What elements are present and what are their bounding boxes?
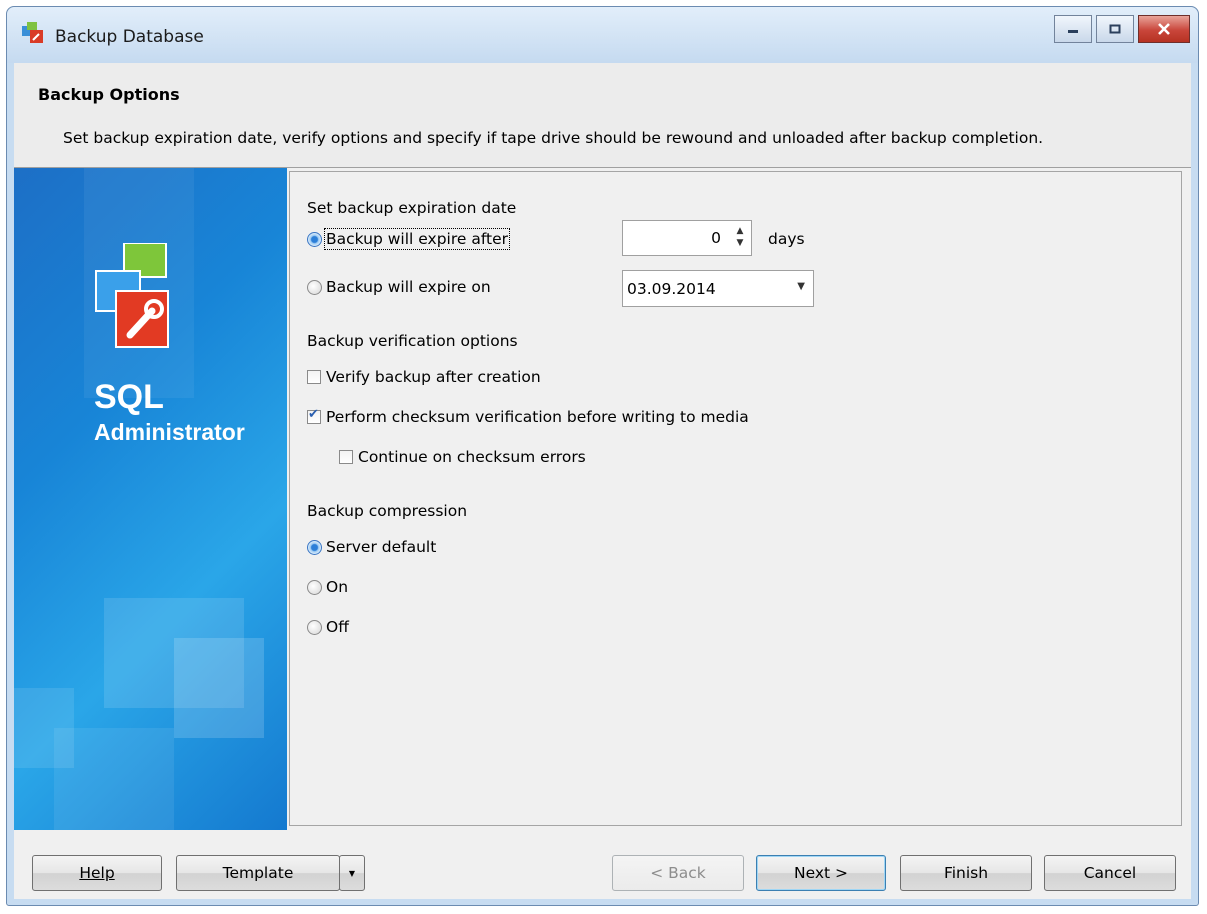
template-dropdown-button[interactable]: ▼ [339,855,365,891]
title-bar[interactable]: Backup Database [7,7,1198,63]
spinner-arrows[interactable]: ▲ ▼ [733,225,747,251]
expire-after-radio[interactable]: Backup will expire after [307,228,511,250]
checkbox-indicator [339,450,353,464]
checksum-label: Perform checksum verification before wri… [326,408,749,426]
verification-heading: Backup verification options [307,332,518,350]
restore-icon [1109,24,1121,34]
wizard-banner: SQL Administrator [14,168,287,830]
compression-server-default-radio[interactable]: Server default [307,538,436,556]
options-panel: Set backup expiration date Backup will e… [289,171,1182,826]
spin-down-icon[interactable]: ▼ [733,237,747,249]
app-icon [22,22,43,43]
brand-line-1: SQL [94,378,164,416]
compression-option-label: Server default [326,538,437,556]
radio-indicator [307,539,322,555]
page-title: Backup Options [38,85,180,104]
help-button-label: Help [79,864,115,882]
radio-indicator [307,579,322,595]
continue-on-errors-checkbox[interactable]: Continue on checksum errors [339,448,586,466]
radio-indicator [307,619,322,635]
template-button-label: Template [222,864,294,882]
expire-after-label: Backup will expire after [323,228,511,250]
close-icon [1158,23,1170,35]
close-button[interactable] [1138,15,1190,43]
next-button[interactable]: Next > [756,855,886,891]
page-header: Backup Options Set backup expiration dat… [14,63,1191,168]
dialog-client-area: Backup Options Set backup expiration dat… [14,63,1191,899]
chevron-down-icon: ▼ [348,868,356,878]
checksum-verification-checkbox[interactable]: Perform checksum verification before wri… [307,407,749,426]
finish-button-label: Finish [943,864,989,882]
expire-on-radio[interactable]: Backup will expire on [307,278,491,296]
window-controls [1054,15,1190,43]
compression-option-label: Off [326,618,349,636]
brand-line-2: Administrator [94,419,245,445]
page-description: Set backup expiration date, verify optio… [63,129,1044,147]
compression-heading: Backup compression [307,502,468,520]
brand-text: SQL Administrator [94,378,245,446]
sql-administrator-logo-icon [95,243,169,348]
template-button[interactable]: Template [176,855,340,891]
cancel-button[interactable]: Cancel [1044,855,1176,891]
radio-indicator [307,231,322,247]
days-value: 0 [711,229,721,247]
finish-button[interactable]: Finish [900,855,1032,891]
back-button-label: < Back [650,864,706,882]
next-button-label: Next > [793,864,849,882]
cancel-button-label: Cancel [1083,864,1137,882]
radio-indicator [307,279,322,295]
maximize-button[interactable] [1096,15,1134,43]
expiration-heading: Set backup expiration date [307,199,517,217]
banner-decoration [14,688,74,768]
compression-option-label: On [326,578,349,596]
backup-database-window: Backup Database Backup Options Set backu… [6,6,1199,906]
expire-date-picker[interactable]: 03.09.2014 ▼ [622,270,814,307]
expire-on-label: Backup will expire on [326,278,491,296]
verify-after-creation-checkbox[interactable]: Verify backup after creation [307,368,541,386]
help-button[interactable]: Help [32,855,162,891]
continue-label: Continue on checksum errors [358,448,586,466]
verify-label: Verify backup after creation [326,368,541,386]
banner-decoration [174,638,264,738]
checkbox-indicator [307,370,321,384]
minimize-button[interactable] [1054,15,1092,43]
spin-up-icon[interactable]: ▲ [733,225,747,237]
chevron-down-icon[interactable]: ▼ [797,281,805,292]
compression-on-radio[interactable]: On [307,578,348,596]
days-unit-label: days [768,230,805,248]
minimize-icon [1068,30,1078,33]
back-button[interactable]: < Back [612,855,744,891]
checkbox-indicator [307,407,321,424]
expire-days-spinner[interactable]: 0 ▲ ▼ [622,220,752,256]
date-value: 03.09.2014 [627,280,716,298]
window-title: Backup Database [55,27,204,47]
compression-off-radio[interactable]: Off [307,618,349,636]
